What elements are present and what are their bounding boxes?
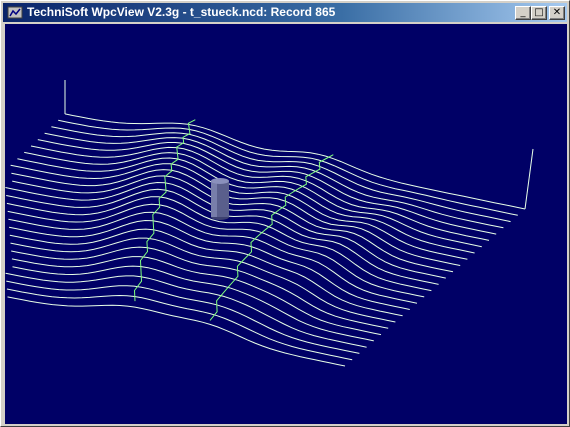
window-title: TechniSoft WpcView V2.3g - t_stueck.ncd:…	[27, 5, 336, 19]
trace-line	[133, 119, 196, 302]
toolpath-lines	[5, 80, 534, 367]
close-icon: ✕	[552, 7, 562, 18]
toolpath-line	[17, 157, 475, 254]
3d-viewport[interactable]	[5, 24, 567, 424]
toolpath-line	[6, 280, 360, 354]
title-bar[interactable]: TechniSoft WpcView V2.3g - t_stueck.ncd:…	[3, 3, 567, 22]
maximize-button[interactable]: □	[531, 6, 547, 20]
minimize-button[interactable]: _	[515, 6, 531, 20]
toolpath-line	[6, 288, 353, 361]
toolpath-line	[11, 256, 382, 336]
toolpath-line	[12, 175, 454, 273]
toolpath-line	[58, 119, 518, 216]
toolpath-line	[10, 163, 468, 260]
close-button[interactable]: ✕	[549, 6, 565, 20]
toolpath-view	[5, 80, 534, 367]
app-icon[interactable]	[7, 5, 23, 20]
tool-cylinder	[211, 178, 229, 220]
toolpath-line	[12, 265, 374, 342]
frame-post-line	[524, 148, 534, 210]
toolpath-line	[10, 237, 396, 323]
toolpath-line	[5, 272, 367, 348]
maximize-icon: □	[534, 7, 544, 18]
app-window: TechniSoft WpcView V2.3g - t_stueck.ncd:…	[0, 0, 570, 427]
minimize-icon: _	[520, 7, 526, 18]
